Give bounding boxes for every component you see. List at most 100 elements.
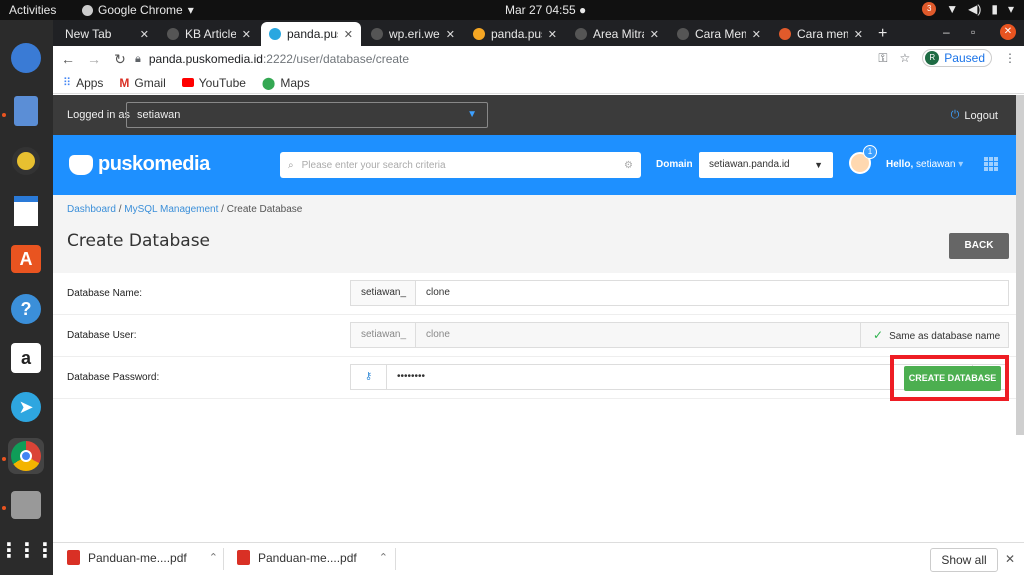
breadcrumb-dashboard[interactable]: Dashboard bbox=[67, 204, 116, 215]
close-icon[interactable]: ✕ bbox=[650, 28, 659, 41]
apps-grid-icon[interactable] bbox=[984, 157, 998, 171]
star-bookmark-icon[interactable]: ☆ bbox=[900, 51, 911, 65]
bookmark-gmail[interactable]: M Gmail bbox=[119, 76, 165, 90]
breadcrumb-mysql[interactable]: MySQL Management bbox=[124, 204, 218, 215]
bookmark-label: Maps bbox=[280, 75, 310, 90]
reload-icon[interactable]: ↻ bbox=[109, 51, 131, 68]
dock-help[interactable]: ? bbox=[8, 291, 44, 327]
search-placeholder: Please enter your search criteria bbox=[301, 159, 446, 171]
dock-files[interactable] bbox=[8, 93, 44, 129]
clock[interactable]: Mar 27 04:55 ● bbox=[505, 3, 586, 17]
cpanel-icon bbox=[473, 28, 485, 40]
db-password-input[interactable]: •••••••• bbox=[387, 365, 972, 389]
notification-badge[interactable]: 1 bbox=[863, 145, 877, 159]
back-button[interactable]: BACK bbox=[949, 233, 1009, 259]
dock-telegram[interactable]: ➤ bbox=[8, 389, 44, 425]
kebab-menu-icon[interactable]: ⋮ bbox=[1004, 51, 1016, 65]
show-applications-button[interactable]: ⋮⋮⋮ bbox=[0, 532, 55, 568]
activities-button[interactable]: Activities bbox=[9, 3, 56, 17]
dock-thunderbird[interactable] bbox=[8, 40, 44, 76]
breadcrumb-separator: / bbox=[218, 204, 227, 215]
globe-icon bbox=[575, 28, 587, 40]
maximize-button[interactable]: ▫ bbox=[971, 25, 975, 39]
db-user-input[interactable]: clone bbox=[416, 323, 860, 347]
db-user-prefix: setiawan_ bbox=[351, 323, 416, 347]
bookmark-maps[interactable]: ⬤ Maps bbox=[262, 76, 310, 90]
tab-new-tab[interactable]: New Tab ✕ bbox=[57, 22, 157, 46]
forward-arrow-icon[interactable]: → bbox=[83, 51, 105, 67]
gear-icon[interactable]: ⚙ bbox=[624, 160, 633, 171]
chevron-up-icon[interactable]: ⌃ bbox=[209, 551, 218, 564]
profile-button[interactable]: R Paused bbox=[922, 49, 992, 67]
logged-in-label: Logged in as bbox=[67, 109, 130, 121]
checkmark-icon: ✓ bbox=[873, 328, 884, 342]
show-all-button[interactable]: Show all bbox=[930, 548, 998, 572]
downloads-bar: Panduan-me....pdf ⌃ Panduan-me....pdf ⌃ … bbox=[53, 542, 1024, 575]
domain-label: Domain bbox=[656, 159, 693, 170]
db-name-label: Database Name: bbox=[67, 288, 143, 299]
user-select[interactable]: setiawan ▼ bbox=[126, 102, 488, 128]
tab-title: KB Article bbox=[185, 27, 236, 41]
new-tab-button[interactable]: + bbox=[878, 25, 887, 43]
domain-select[interactable]: setiawan.panda.id ▼ bbox=[699, 152, 833, 178]
help-icon: ? bbox=[11, 294, 41, 324]
window-close-button[interactable]: ✕ bbox=[1000, 24, 1016, 40]
vertical-scrollbar[interactable] bbox=[1016, 95, 1024, 435]
pdf-file-icon bbox=[67, 550, 80, 565]
create-database-button[interactable]: CREATE DATABASE bbox=[904, 366, 1001, 391]
generate-password-icon[interactable]: ⚷ bbox=[351, 365, 387, 389]
app-grid-icon: ⋮⋮⋮ bbox=[0, 539, 55, 562]
dock-screenshot[interactable] bbox=[8, 487, 44, 523]
ubuntu-dock: A ? a ➤ ⋮⋮⋮ bbox=[0, 20, 55, 575]
chevron-up-icon[interactable]: ⌃ bbox=[379, 551, 388, 564]
dock-writer[interactable] bbox=[8, 193, 44, 229]
close-icon[interactable]: ✕ bbox=[854, 28, 863, 41]
close-icon[interactable]: ✕ bbox=[446, 28, 455, 41]
amazon-icon: a bbox=[11, 343, 41, 373]
domain-value: setiawan.panda.id bbox=[709, 159, 790, 170]
tab-title: New Tab bbox=[65, 27, 112, 41]
dock-chrome[interactable] bbox=[8, 438, 44, 474]
directadmin-icon bbox=[269, 28, 281, 40]
tab-kb-article[interactable]: KB Article ✕ bbox=[159, 22, 259, 46]
bookmark-apps[interactable]: ⠿ Apps bbox=[63, 76, 103, 90]
download-item[interactable]: Panduan-me....pdf ⌃ bbox=[67, 550, 218, 565]
close-icon[interactable]: ✕ bbox=[140, 28, 149, 41]
bookmark-youtube[interactable]: YouTube bbox=[181, 76, 246, 90]
close-icon[interactable]: ✕ bbox=[242, 28, 251, 41]
battery-icon: ▮ bbox=[991, 2, 998, 16]
db-name-input[interactable]: clone bbox=[416, 281, 1008, 305]
puskomedia-logo[interactable]: puskomedia bbox=[69, 153, 210, 176]
tab-wp-eri[interactable]: wp.eri.wel ✕ bbox=[363, 22, 463, 46]
tab-cara-mem-2[interactable]: Cara mem ✕ bbox=[771, 22, 871, 46]
page-viewport: Logged in as setiawan ▼ ⏻ Logout puskome… bbox=[53, 95, 1024, 542]
tab-panda-active[interactable]: panda.pus ✕ bbox=[261, 22, 361, 46]
address-bar[interactable]: 🔒︎ panda.puskomedia.id:2222/user/databas… bbox=[135, 49, 935, 69]
globe-icon bbox=[677, 28, 689, 40]
dock-rhythmbox[interactable] bbox=[8, 143, 44, 179]
back-arrow-icon[interactable]: ← bbox=[57, 51, 79, 67]
breadcrumb-separator: / bbox=[115, 204, 125, 215]
close-icon[interactable]: ✕ bbox=[344, 28, 353, 41]
tab-panda-2[interactable]: panda.pus ✕ bbox=[465, 22, 565, 46]
power-menu-icon: ▾ bbox=[1007, 2, 1014, 16]
hello-user[interactable]: Hello, setiawan ▾ bbox=[886, 159, 963, 170]
search-box[interactable]: ⌕ Please enter your search criteria ⚙ bbox=[280, 152, 641, 178]
app-menu[interactable]: Google Chrome ▾ bbox=[82, 3, 194, 17]
tab-cara-mem-1[interactable]: Cara Mem ✕ bbox=[669, 22, 769, 46]
close-icon[interactable]: ✕ bbox=[1005, 552, 1015, 566]
key-icon[interactable]: ⚿ bbox=[878, 51, 887, 66]
dock-amazon[interactable]: a bbox=[8, 340, 44, 376]
close-icon[interactable]: ✕ bbox=[548, 28, 557, 41]
minimize-button[interactable]: – bbox=[943, 25, 950, 39]
system-tray[interactable]: 3 ▼ ◀) ▮ ▾ bbox=[922, 2, 1014, 16]
tab-area-mitra[interactable]: Area Mitra ✕ bbox=[567, 22, 667, 46]
dock-software[interactable]: A bbox=[8, 241, 44, 277]
bookmark-label: Gmail bbox=[134, 75, 166, 90]
download-item[interactable]: Panduan-me....pdf ⌃ bbox=[237, 550, 388, 565]
notification-badge[interactable]: 3 bbox=[922, 2, 937, 16]
logout-link[interactable]: ⏻ Logout bbox=[951, 109, 998, 122]
logo-text: puskomedia bbox=[98, 153, 210, 175]
same-as-db-name-checkbox[interactable]: ✓ Same as database name bbox=[860, 323, 1008, 347]
close-icon[interactable]: ✕ bbox=[752, 28, 761, 41]
